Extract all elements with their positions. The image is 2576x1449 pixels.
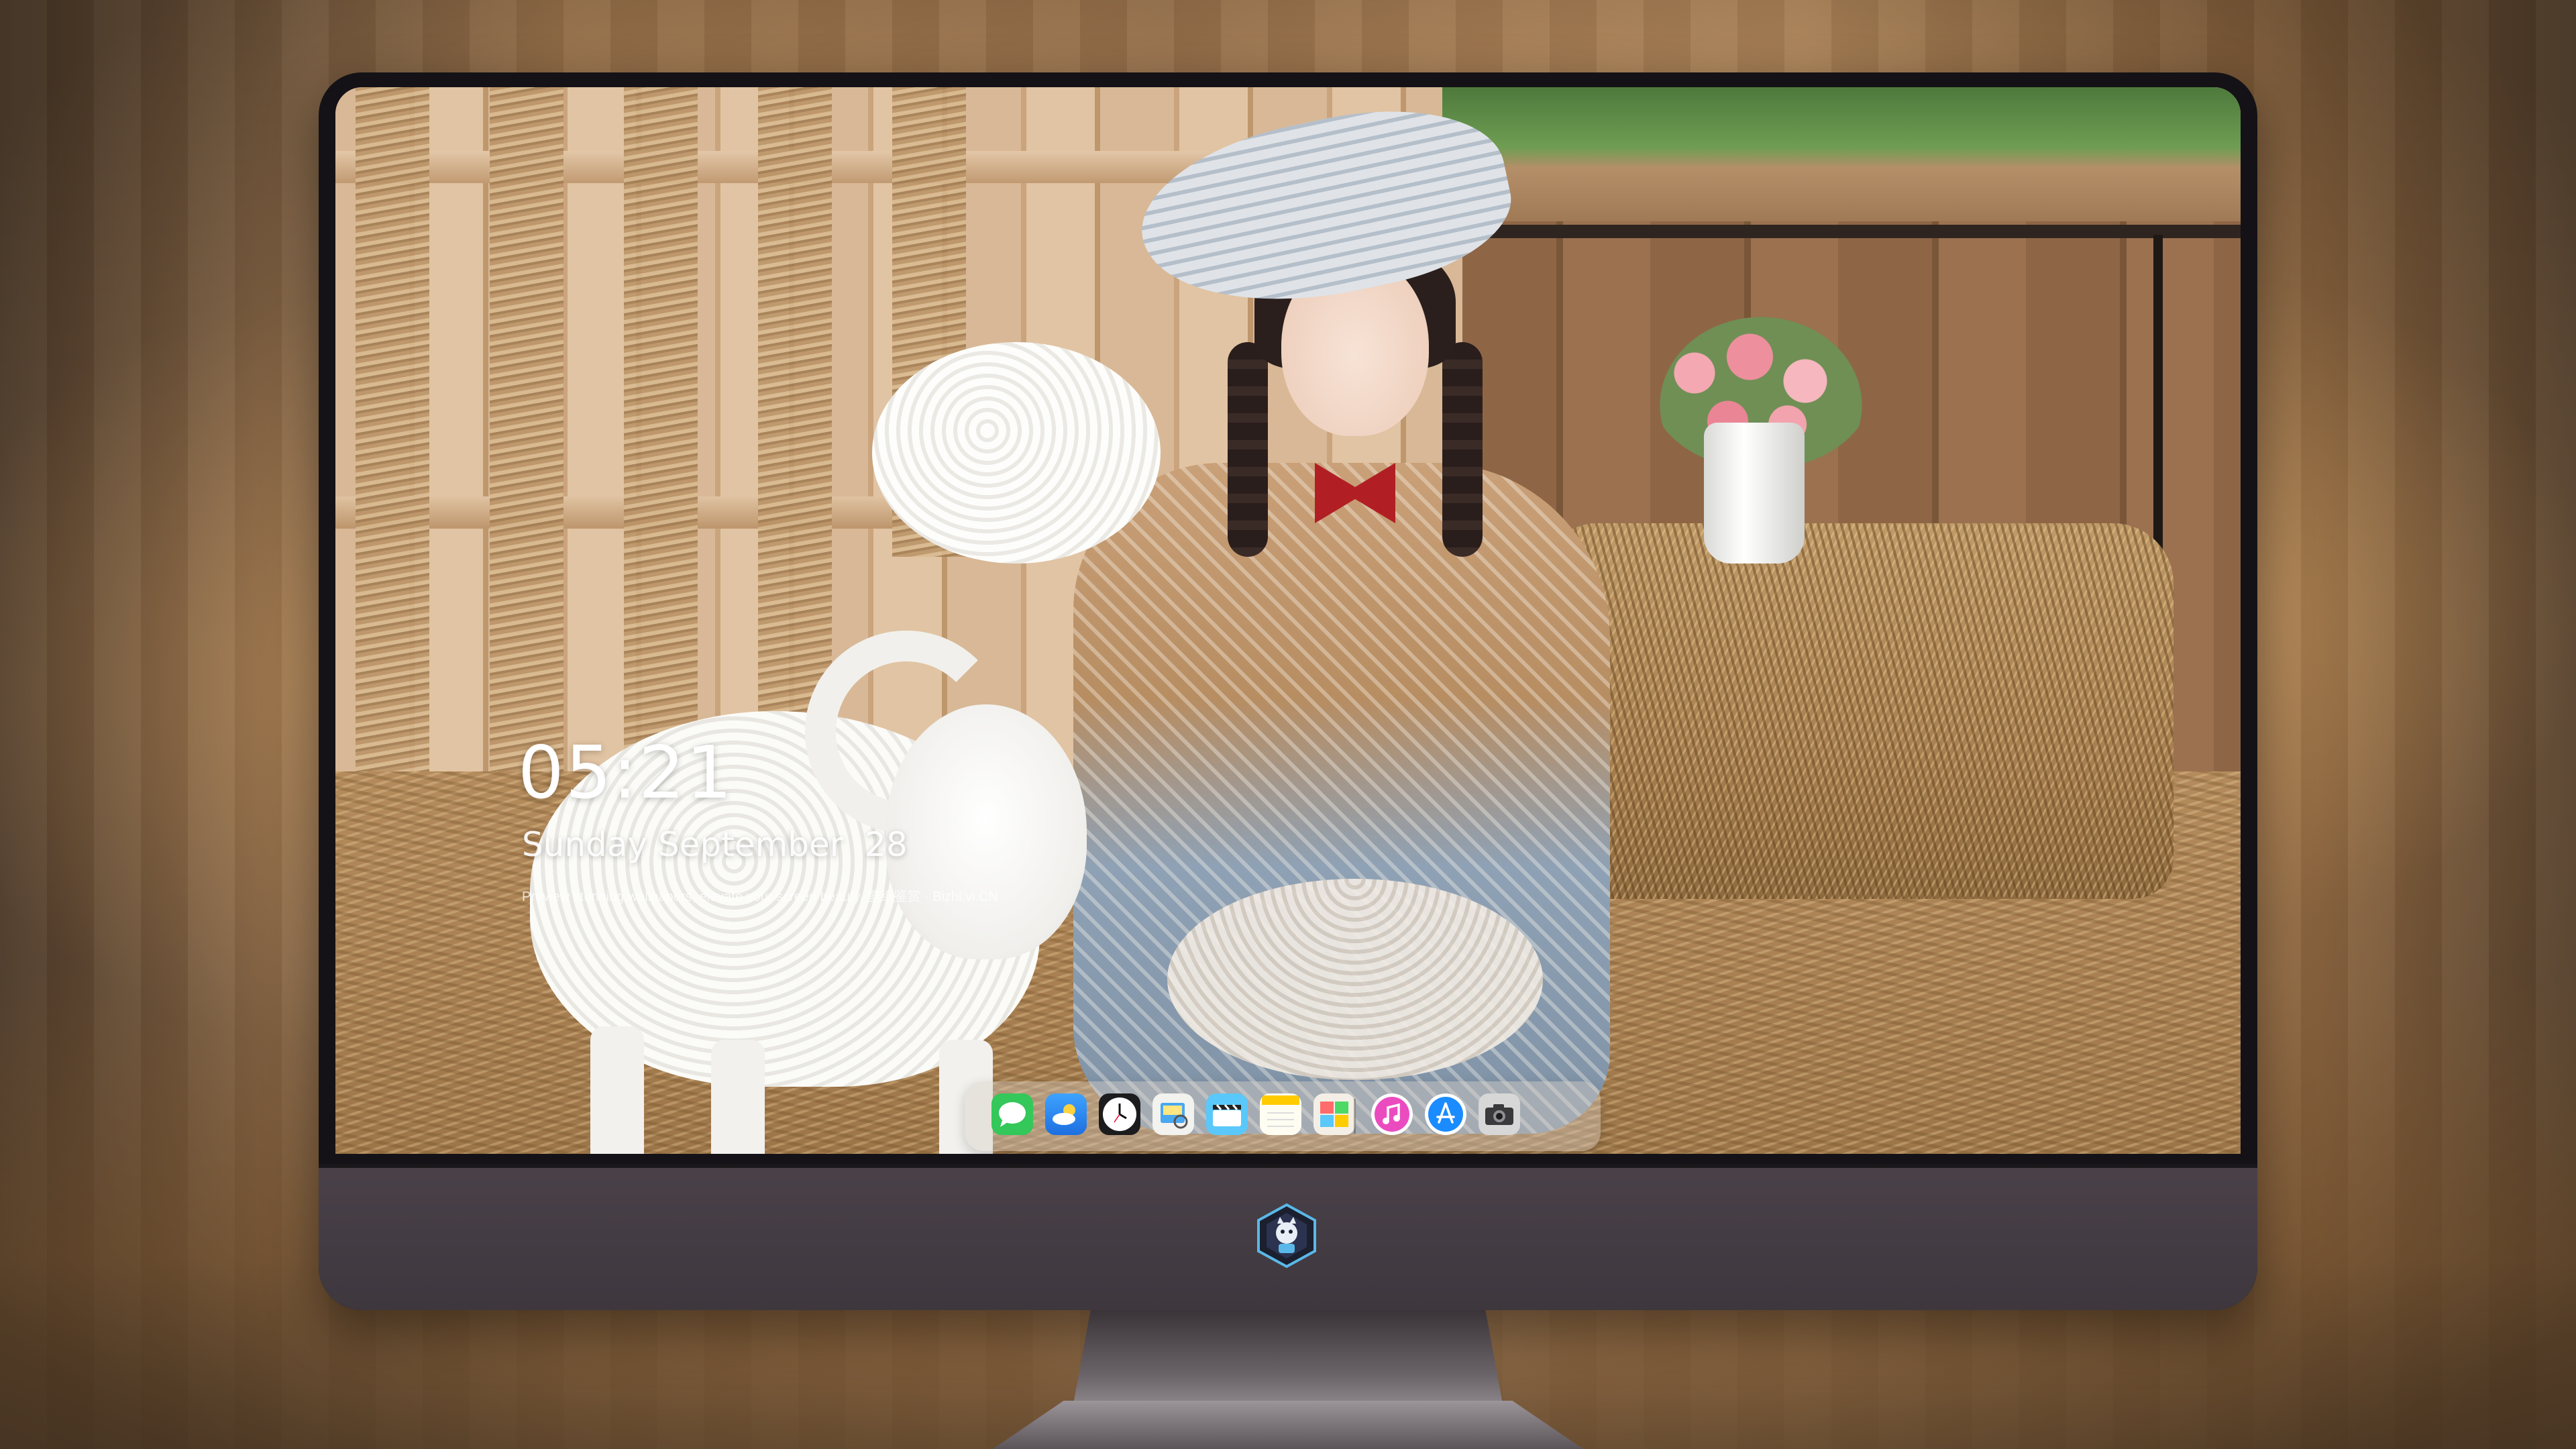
clapperboard-icon[interactable] — [1206, 1093, 1248, 1135]
wallpaper-sheep-leg — [590, 1026, 644, 1154]
clock-icon[interactable] — [1099, 1093, 1140, 1135]
wallpaper-hay-bale — [1543, 523, 2174, 899]
lockscreen-caption: Preview stunning wallpapers, elevate you… — [522, 890, 998, 904]
weather-icon[interactable] — [1045, 1093, 1087, 1135]
wallpaper-lace — [1167, 879, 1543, 1080]
notes-icon[interactable] — [1260, 1093, 1301, 1135]
wallpaper-straw-panel — [490, 87, 564, 792]
dock-separator — [1354, 1099, 1356, 1134]
wallpaper-straw-panel — [624, 87, 698, 792]
camera-icon[interactable] — [1479, 1093, 1520, 1135]
lockscreen-time: 05:21 — [518, 731, 734, 815]
wallpaper-sheep-leg — [711, 1040, 765, 1154]
wallpaper-braid — [1228, 342, 1268, 557]
app-store-icon[interactable] — [1425, 1093, 1466, 1135]
wallpaper-shelf — [1449, 225, 2241, 238]
photo-booth-icon[interactable] — [1313, 1093, 1355, 1135]
wallpaper-planter — [1442, 87, 2241, 221]
monitor-stand-foot — [993, 1401, 1583, 1449]
wallpaper-braid — [1442, 342, 1483, 557]
preview-icon[interactable] — [1152, 1093, 1194, 1135]
dock — [965, 1081, 1601, 1151]
screen: 05:21 Sunday September 28 Preview stunni… — [335, 87, 2241, 1154]
music-icon[interactable] — [1371, 1093, 1413, 1135]
wallpaper-sheep-head — [885, 704, 1087, 959]
lockscreen-date: Sunday September 28 — [522, 825, 908, 864]
brand-logo-icon — [1253, 1202, 1320, 1269]
wallpaper-straw-panel — [356, 87, 429, 792]
messages-icon[interactable] — [991, 1093, 1033, 1135]
monitor-chin-divider — [319, 1164, 2257, 1168]
monitor-neck — [1073, 1310, 1503, 1404]
wallpaper-vase — [1704, 423, 1805, 564]
wallpaper-toy-sheep-small — [872, 342, 1161, 564]
